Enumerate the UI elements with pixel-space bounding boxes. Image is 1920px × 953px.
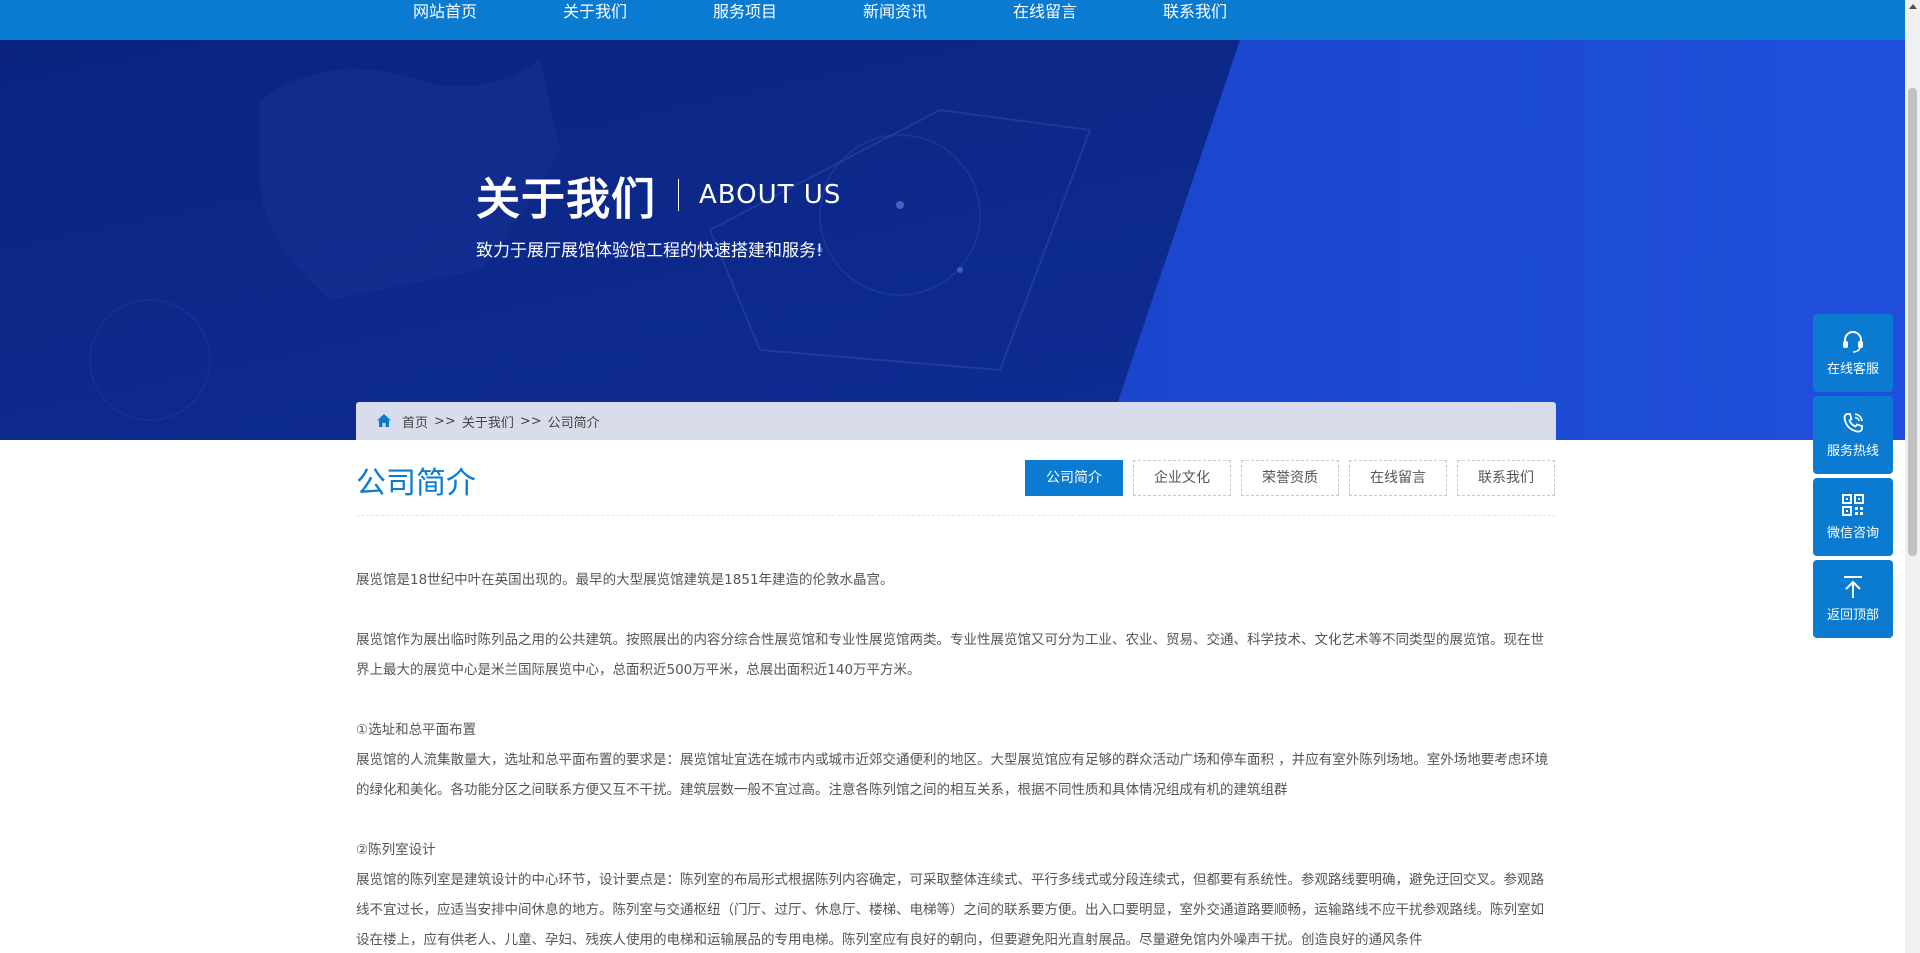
- sub-nav-tabs: 公司简介 企业文化 荣誉资质 在线留言 联系我们: [1025, 460, 1555, 496]
- nav-item-news[interactable]: 新闻资讯: [820, 0, 970, 24]
- banner-title-separator: [678, 179, 679, 211]
- nav-item-about[interactable]: 关于我们: [520, 0, 670, 24]
- banner-heading: 关于我们 ABOUT US: [476, 163, 841, 227]
- breadcrumb-home[interactable]: 首页: [402, 412, 428, 431]
- tab-corporate-culture[interactable]: 企业文化: [1133, 460, 1231, 496]
- back-to-top-button[interactable]: 返回顶部: [1813, 560, 1893, 638]
- phone-icon: [1843, 413, 1863, 433]
- tab-online-message[interactable]: 在线留言: [1349, 460, 1447, 496]
- breadcrumb-about[interactable]: 关于我们: [462, 412, 514, 431]
- arrow-up-icon: [1844, 576, 1862, 598]
- qr-code-icon: [1842, 494, 1864, 516]
- nav-item-contact[interactable]: 联系我们: [1120, 0, 1270, 24]
- floating-sidebar: 在线客服 服务热线 微信咨询 返回顶部: [1813, 314, 1893, 642]
- article-paragraph: 展览馆作为展出临时陈列品之用的公共建筑。按照展出的内容分综合性展览馆和专业性展览…: [356, 632, 1544, 678]
- wechat-button[interactable]: 微信咨询: [1813, 478, 1893, 556]
- section-divider: [356, 515, 1556, 516]
- top-navigation: 网站首页 关于我们 服务项目 新闻资讯 在线留言 联系我们: [0, 0, 1905, 40]
- tab-company-profile[interactable]: 公司简介: [1025, 460, 1123, 496]
- tab-contact[interactable]: 联系我们: [1457, 460, 1555, 496]
- nav-item-message[interactable]: 在线留言: [970, 0, 1120, 24]
- article-paragraph: 展览馆的陈列室是建筑设计的中心环节，设计要点是：陈列室的布局形式根据陈列内容确定…: [356, 872, 1544, 948]
- article-subheading: ②陈列室设计: [356, 842, 436, 858]
- breadcrumb-separator: >>: [519, 413, 542, 429]
- banner-title-cn: 关于我们: [476, 174, 656, 225]
- banner-background: [0, 40, 1905, 440]
- home-icon: [377, 414, 391, 427]
- breadcrumb-separator: >>: [434, 413, 456, 429]
- wechat-label: 微信咨询: [1826, 526, 1879, 541]
- article-content: 展览馆是18世纪中叶在英国出现的。最早的大型展览馆建筑是1851年建造的伦敦水晶…: [356, 565, 1556, 953]
- article-paragraph: 展览馆是18世纪中叶在英国出现的。最早的大型展览馆建筑是1851年建造的伦敦水晶…: [356, 572, 894, 588]
- tab-honors[interactable]: 荣誉资质: [1241, 460, 1339, 496]
- banner-title-en: ABOUT US: [699, 180, 842, 210]
- page-scrollbar[interactable]: [1905, 0, 1920, 953]
- article-paragraph: 展览馆的人流集散量大，选址和总平面布置的要求是：展览馆址宜选在城市内或城市近郊交…: [356, 752, 1549, 798]
- headset-icon: [1843, 331, 1863, 353]
- breadcrumb: 首页 >> 关于我们 >> 公司简介: [356, 402, 1556, 440]
- scrollbar-thumb[interactable]: [1908, 88, 1917, 556]
- scroll-up-arrow-icon[interactable]: [1909, 4, 1917, 9]
- nav-item-home[interactable]: 网站首页: [370, 0, 520, 24]
- nav-item-services[interactable]: 服务项目: [670, 0, 820, 24]
- nav-list: 网站首页 关于我们 服务项目 新闻资讯 在线留言 联系我们: [370, 0, 1270, 24]
- hotline-label: 服务热线: [1826, 444, 1879, 459]
- online-service-button[interactable]: 在线客服: [1813, 314, 1893, 392]
- hotline-button[interactable]: 服务热线: [1813, 396, 1893, 474]
- breadcrumb-current: 公司简介: [547, 415, 600, 431]
- page-banner: 关于我们 ABOUT US 致力于展厅展馆体验馆工程的快速搭建和服务!: [0, 40, 1905, 440]
- article-subheading: ①选址和总平面布置: [356, 722, 477, 738]
- banner-subtitle: 致力于展厅展馆体验馆工程的快速搭建和服务!: [476, 241, 823, 261]
- page-title: 公司简介: [356, 466, 476, 501]
- online-service-label: 在线客服: [1826, 362, 1879, 377]
- back-to-top-label: 返回顶部: [1826, 608, 1879, 623]
